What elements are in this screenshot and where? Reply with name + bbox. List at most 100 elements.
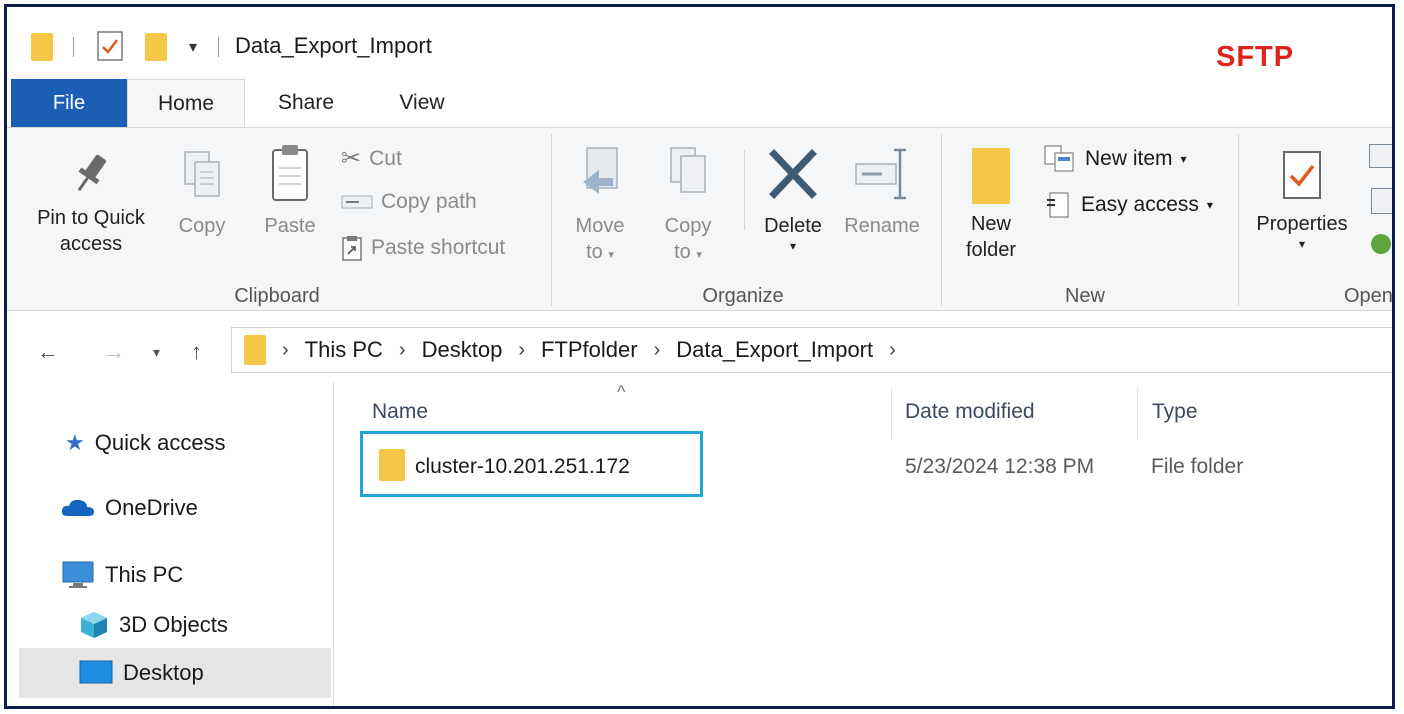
file-type: File folder — [1151, 455, 1244, 478]
back-arrow-icon[interactable]: ← — [37, 339, 59, 365]
nav-desktop-label: Desktop — [123, 660, 204, 685]
properties-quick-icon[interactable] — [95, 29, 125, 68]
tab-share[interactable]: Share — [259, 79, 353, 127]
file-date: 5/23/2024 12:38 PM — [905, 455, 1095, 478]
move-to-icon — [583, 147, 618, 194]
pane-splitter[interactable] — [333, 382, 334, 706]
copy-to-button[interactable]: Copy to ▾ — [653, 142, 723, 268]
new-folder-button[interactable]: New folder — [953, 148, 1029, 263]
nav-this-pc-label: This PC — [105, 562, 184, 587]
breadcrumb-data-export-import[interactable]: Data_Export_Import — [676, 337, 873, 363]
new-item-icon — [1044, 145, 1074, 172]
sort-ascending-icon: ^ — [617, 382, 626, 402]
documents-icon[interactable] — [85, 708, 107, 709]
new-folder-quick-icon[interactable] — [145, 33, 167, 61]
chevron-right-icon[interactable]: › — [282, 339, 289, 362]
navigation-pane: ★ Quick access OneDrive This PC 3D Objec… — [7, 382, 331, 709]
folder-icon — [244, 335, 266, 365]
move-to-button[interactable]: Move to ▾ — [565, 142, 635, 268]
new-item-button[interactable]: New item ▾ — [1043, 144, 1187, 174]
copy-path-icon — [341, 195, 373, 209]
new-group-label: New — [1064, 285, 1105, 307]
easy-access-label: Easy access — [1081, 193, 1199, 216]
rename-label: Rename — [844, 215, 920, 237]
folder-icon — [379, 449, 405, 481]
breadcrumb-this-pc[interactable]: This PC — [305, 337, 383, 363]
nav-onedrive-label: OneDrive — [105, 495, 198, 520]
rename-button[interactable]: Rename — [839, 142, 925, 239]
chevron-down-icon: ▾ — [1206, 198, 1213, 212]
clipboard-group-label: Clipboard — [234, 285, 320, 307]
explorer-window: ▾ Data_Export_Import SFTP File Home Shar… — [4, 4, 1395, 709]
copy-to-icon — [670, 147, 706, 193]
chevron-right-icon[interactable]: › — [518, 339, 525, 362]
customize-toolbar-icon[interactable]: ▾ — [189, 37, 197, 57]
folder-icon[interactable] — [31, 33, 53, 61]
chevron-right-icon[interactable]: › — [889, 339, 896, 362]
copy-path-label: Copy path — [381, 190, 477, 213]
ribbon: Pin to Quick access Copy Paste ✂ Cut Cop… — [7, 127, 1392, 311]
copy-to-label: Copy to ▾ — [664, 215, 712, 263]
nav-onedrive[interactable]: OneDrive — [61, 495, 198, 521]
column-divider[interactable] — [1137, 387, 1138, 439]
paste-shortcut-label: Paste shortcut — [371, 236, 506, 259]
navigation-bar: ← → ▾ ↑ › This PC › Desktop › FTPfolder … — [7, 319, 1392, 379]
star-icon: ★ — [65, 430, 85, 455]
paste-button[interactable]: Paste — [257, 142, 323, 239]
cut-label: Cut — [369, 146, 402, 170]
nav-this-pc[interactable]: This PC — [61, 560, 183, 590]
paste-label: Paste — [264, 215, 316, 237]
tab-view[interactable]: View — [377, 79, 467, 127]
delete-label: Delete ▾ — [764, 215, 822, 253]
ribbon-tabs: File Home Share View — [7, 79, 1392, 128]
group-divider — [941, 134, 942, 306]
nav-desktop[interactable]: Desktop — [19, 648, 331, 698]
tab-home[interactable]: Home — [127, 79, 245, 128]
address-bar[interactable]: › This PC › Desktop › FTPfolder › Data_E… — [231, 327, 1392, 373]
nav-quick-access[interactable]: ★ Quick access — [65, 430, 226, 456]
nav-3d-objects-label: 3D Objects — [119, 612, 228, 637]
file-name: cluster-10.201.251.172 — [415, 455, 630, 478]
copy-label: Copy — [178, 215, 226, 237]
paste-shortcut-button[interactable]: Paste shortcut — [341, 235, 505, 261]
cube-icon — [81, 612, 107, 638]
pin-to-quick-access-button[interactable]: Pin to Quick access — [21, 148, 161, 257]
properties-button[interactable]: Properties ▾ — [1247, 146, 1357, 251]
cut-button[interactable]: ✂ Cut — [341, 144, 402, 173]
delete-button[interactable]: Delete ▾ — [755, 142, 831, 253]
forward-arrow-icon[interactable]: → — [103, 339, 125, 365]
delete-x-icon — [769, 149, 817, 199]
history-icon[interactable] — [1371, 234, 1391, 254]
tab-file[interactable]: File — [11, 79, 127, 127]
chevron-right-icon[interactable]: › — [654, 339, 661, 362]
breadcrumb-desktop[interactable]: Desktop — [422, 337, 503, 363]
column-header-type[interactable]: Type — [1152, 400, 1198, 424]
recent-locations-icon[interactable]: ▾ — [153, 344, 160, 361]
properties-label: Properties ▾ — [1256, 213, 1348, 251]
column-divider[interactable] — [891, 387, 892, 439]
new-folder-icon — [972, 148, 1010, 204]
copy-path-button[interactable]: Copy path — [341, 190, 477, 214]
easy-access-icon — [1047, 192, 1069, 218]
chevron-down-icon: ▾ — [1180, 152, 1187, 166]
scissors-icon: ✂ — [341, 145, 362, 172]
title-bar: ▾ Data_Export_Import SFTP — [7, 7, 1392, 79]
easy-access-button[interactable]: Easy access ▾ — [1043, 190, 1213, 220]
edit-icon[interactable] — [1371, 188, 1392, 214]
new-item-label: New item — [1085, 147, 1173, 170]
group-divider — [551, 134, 552, 306]
open-group-label: Open — [1344, 285, 1393, 307]
column-header-name[interactable]: Name — [372, 400, 428, 424]
copy-icon — [184, 151, 220, 197]
breadcrumb-ftpfolder[interactable]: FTPfolder — [541, 337, 638, 363]
open-icon[interactable] — [1369, 144, 1392, 168]
window-title: Data_Export_Import — [235, 33, 432, 58]
chevron-right-icon[interactable]: › — [399, 339, 406, 362]
column-header-date[interactable]: Date modified — [905, 400, 1035, 424]
nav-3d-objects[interactable]: 3D Objects — [79, 610, 228, 640]
up-arrow-icon[interactable]: ↑ — [191, 339, 202, 365]
clipboard-icon — [272, 145, 308, 201]
file-row[interactable]: cluster-10.201.251.172 5/23/2024 12:38 P… — [367, 447, 1387, 487]
sftp-label: SFTP — [1216, 41, 1295, 73]
copy-button[interactable]: Copy — [169, 148, 235, 239]
